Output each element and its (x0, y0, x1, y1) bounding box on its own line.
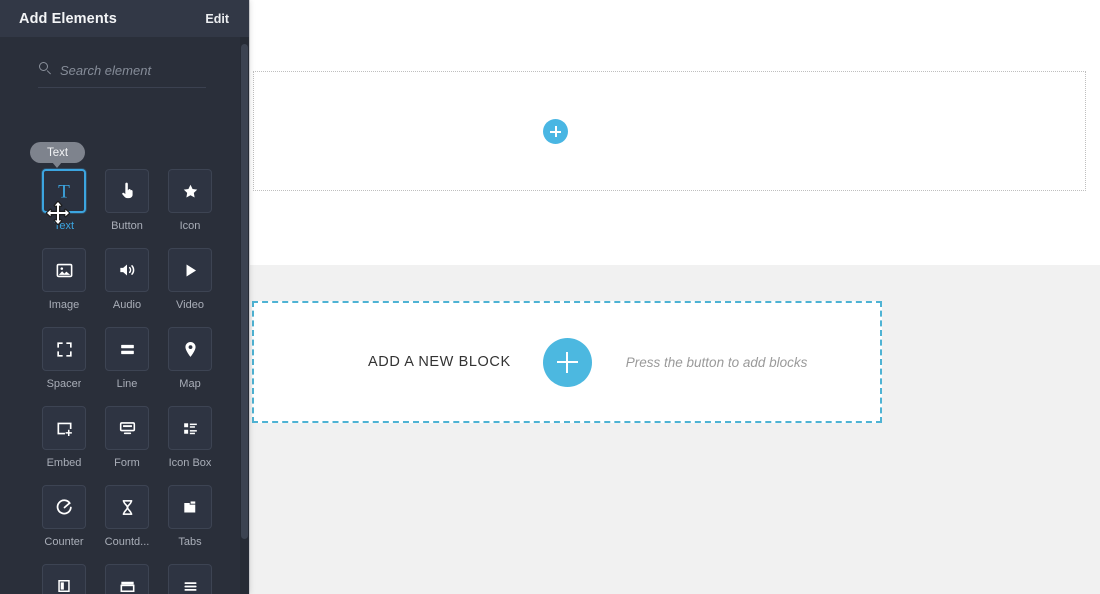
element-tile-menu[interactable]: Menu (159, 564, 221, 594)
add-new-block-label: ADD A NEW BLOCK (368, 354, 511, 370)
form-screen-icon (105, 406, 149, 450)
hand-pointer-icon (105, 169, 149, 213)
add-new-block-hint: Press the button to add blocks (625, 354, 808, 370)
add-block-button[interactable] (542, 337, 592, 387)
element-tile-progress[interactable]: Progress (33, 564, 95, 594)
panel-scrollbar-thumb[interactable] (241, 44, 248, 539)
star-icon (168, 169, 212, 213)
element-tile-tabs[interactable]: Tabs (159, 485, 221, 548)
element-tile-label: Image (48, 299, 80, 311)
line-rows-icon (105, 327, 149, 371)
search-input[interactable] (60, 62, 210, 78)
svg-text:T: T (58, 181, 70, 202)
search-row (0, 53, 249, 87)
element-tile-label: Spacer (46, 378, 82, 390)
element-tile-label: Countd... (104, 536, 150, 548)
search-icon (39, 62, 51, 75)
element-tile-line[interactable]: Line (96, 327, 158, 390)
element-tile-label: Form (114, 457, 140, 469)
plus-icon (556, 351, 578, 373)
accordion-icon (105, 564, 149, 594)
element-tile-map[interactable]: Map (159, 327, 221, 390)
element-tile-countd[interactable]: Countd... (96, 485, 158, 548)
hourglass-icon (105, 485, 149, 529)
search-divider (38, 87, 206, 88)
element-tile-label: Button (111, 220, 143, 232)
element-tile-form[interactable]: Form (96, 406, 158, 469)
element-tile-label: Text (53, 220, 75, 232)
element-tile-icon[interactable]: Icon (159, 169, 221, 232)
element-tile-icon-box[interactable]: Icon Box (159, 406, 221, 469)
plus-icon (550, 126, 561, 137)
panel-title: Add Elements (19, 10, 117, 27)
element-tile-label: Tabs (178, 536, 202, 548)
element-tile-label: Audio (112, 299, 142, 311)
element-tile-label: Icon Box (168, 457, 212, 469)
icon-box-icon (168, 406, 212, 450)
add-new-block-inner: ADD A NEW BLOCK Press the button to add … (368, 337, 808, 387)
counter-gauge-icon (42, 485, 86, 529)
embed-plus-icon (42, 406, 86, 450)
element-tile-label: Embed (46, 457, 82, 469)
element-tile-audio[interactable]: Audio (96, 248, 158, 311)
add-section-button-small[interactable] (543, 119, 568, 144)
empty-section-dotted[interactable] (253, 71, 1086, 191)
progress-bar-icon (42, 564, 86, 594)
play-icon (168, 248, 212, 292)
tabs-folder-icon (168, 485, 212, 529)
add-elements-panel: Add Elements Edit Text T Text Button Icon Im… (0, 0, 249, 594)
element-tile-label: Map (179, 378, 201, 390)
panel-body: Text T Text Button Icon Image Audio Video Space… (0, 37, 249, 594)
image-icon (42, 248, 86, 292)
expand-corners-icon (42, 327, 86, 371)
app-root: ADD A NEW BLOCK Press the button to add … (0, 0, 1100, 594)
element-tile-video[interactable]: Video (159, 248, 221, 311)
element-tile-spacer[interactable]: Spacer (33, 327, 95, 390)
element-tooltip-label: Text (46, 146, 69, 159)
edit-button[interactable]: Edit (205, 12, 229, 26)
element-tooltip: Text (30, 142, 85, 168)
element-tile-label: Line (116, 378, 138, 390)
add-new-block-region[interactable]: ADD A NEW BLOCK Press the button to add … (252, 301, 882, 423)
element-tile-label: Video (176, 299, 204, 311)
panel-edge-divider (249, 0, 250, 594)
element-tile-accordi[interactable]: Accordi... (96, 564, 158, 594)
element-grid: T Text Button Icon Image Audio Video Spacer Line… (0, 169, 232, 594)
element-tile-button[interactable]: Button (96, 169, 158, 232)
element-tile-label: Counter (44, 536, 84, 548)
text-icon: T (42, 169, 86, 213)
element-tile-text[interactable]: T Text (33, 169, 95, 232)
panel-header: Add Elements Edit (0, 0, 249, 37)
element-tile-image[interactable]: Image (33, 248, 95, 311)
element-tile-label: Icon (179, 220, 201, 232)
hamburger-menu-icon (168, 564, 212, 594)
element-tile-counter[interactable]: Counter (33, 485, 95, 548)
speaker-icon (105, 248, 149, 292)
element-tile-embed[interactable]: Embed (33, 406, 95, 469)
map-pin-icon (168, 327, 212, 371)
